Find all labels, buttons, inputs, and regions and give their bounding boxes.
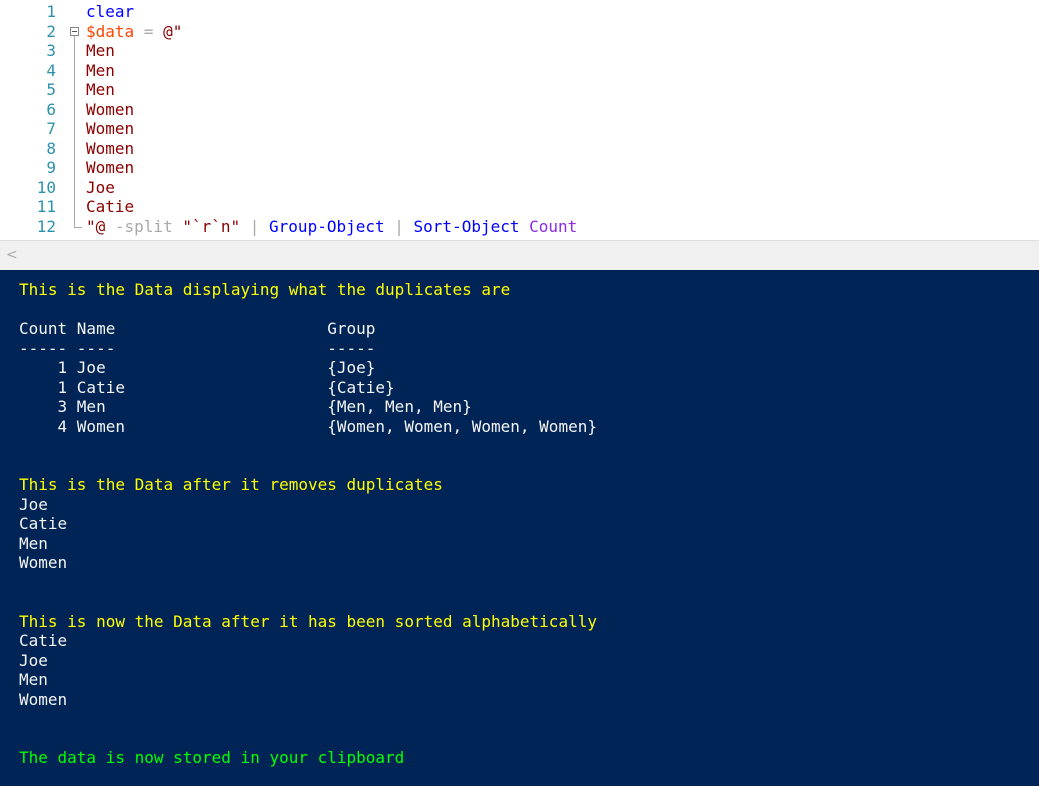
console-line: The data is now stored in your clipboard: [19, 748, 405, 767]
code-text: $data = @": [86, 22, 182, 42]
code-text: "@ -split "`r`n" | Group-Object | Sort-O…: [86, 217, 577, 237]
code-token: -split: [105, 216, 183, 236]
code-line[interactable]: 12 "@ -split "`r`n" | Group-Object | Sort…: [0, 217, 1039, 237]
code-line[interactable]: 6 Women: [0, 100, 1039, 120]
code-token: Men: [86, 80, 115, 99]
code-text: Women: [86, 119, 134, 139]
console-line: Women: [19, 553, 68, 572]
line-number: 10: [36, 177, 56, 197]
code-text: Men: [86, 80, 115, 100]
code-text: clear: [86, 2, 134, 22]
code-line[interactable]: 1 clear: [0, 2, 1039, 22]
code-token: |: [240, 216, 270, 236]
code-token: Women: [86, 99, 135, 119]
code-text: Women: [86, 158, 134, 178]
code-line[interactable]: 3 Men: [0, 41, 1039, 61]
code-token: Women: [86, 119, 135, 138]
code-line[interactable]: 5 Men: [0, 80, 1039, 100]
line-number: 6: [46, 99, 56, 119]
code-token: Count: [529, 216, 578, 236]
code-token: Women: [86, 138, 135, 158]
line-number: 3: [46, 41, 56, 60]
code-token: Joe: [86, 177, 115, 197]
code-token: clear: [86, 2, 135, 21]
console-line: Men: [19, 533, 48, 553]
console-line: This is now the Data after it has been s…: [19, 611, 597, 631]
collapse-region-icon[interactable]: [70, 26, 79, 36]
console-output-pane[interactable]: This is the Data displaying what the dup…: [0, 270, 1039, 786]
console-line: This is the Data displaying what the dup…: [19, 280, 511, 299]
code-line[interactable]: 7 Women: [0, 119, 1039, 139]
code-token: Group-Object: [269, 216, 385, 236]
console-line: Catie: [19, 514, 68, 533]
code-text: Women: [86, 100, 134, 120]
code-line[interactable]: 2 $data = @": [0, 22, 1039, 42]
console-line: 4 Women {Women, Women, Women, Women}: [19, 416, 597, 436]
line-number: 9: [46, 158, 56, 177]
console-line: Women: [19, 689, 68, 709]
code-token: Women: [86, 158, 135, 177]
code-token: "@: [86, 216, 106, 236]
code-text: Men: [86, 41, 115, 61]
console-line: 1 Joe {Joe}: [19, 358, 376, 377]
fold-guide-line: [74, 35, 75, 227]
code-text: Joe: [86, 178, 115, 198]
code-text: Women: [86, 139, 134, 159]
script-editor-pane[interactable]: 1 clear 2 $data = @" 3 Men 4 Men 5 Men 6 Women 7 Wome…: [0, 0, 1039, 240]
console-line: Joe: [19, 650, 48, 670]
line-number: 4: [46, 60, 56, 80]
editor-horizontal-scrollbar[interactable]: <: [0, 240, 1039, 271]
code-line[interactable]: 8 Women: [0, 139, 1039, 159]
code-line[interactable]: 11 Catie: [0, 197, 1039, 217]
line-number: 2: [46, 21, 56, 41]
console-line: 1 Catie {Catie}: [19, 377, 395, 397]
fold-end-marker: [74, 226, 82, 228]
console-line: This is the Data after it removes duplic…: [19, 475, 443, 494]
code-line[interactable]: 9 Women: [0, 158, 1039, 178]
scroll-left-arrow-icon[interactable]: <: [6, 247, 18, 263]
code-token: |: [384, 216, 414, 236]
code-text: Men: [86, 61, 115, 81]
code-token: Men: [86, 60, 115, 80]
code-token: =: [134, 21, 164, 41]
line-number: 5: [46, 80, 56, 99]
console-line: ----- ---- -----: [19, 338, 376, 358]
line-number: 1: [46, 2, 56, 21]
code-token: Catie: [86, 197, 135, 216]
console-line: Count Name Group: [19, 319, 376, 338]
console-line: 3 Men {Men, Men, Men}: [19, 397, 472, 416]
code-line[interactable]: 4 Men: [0, 61, 1039, 81]
line-number: 11: [36, 197, 56, 216]
console-line: Catie: [19, 631, 68, 650]
code-line[interactable]: 10 Joe: [0, 178, 1039, 198]
scrollbar-thumb[interactable]: [22, 249, 1022, 261]
line-number: 8: [46, 138, 56, 158]
line-number: 12: [36, 216, 56, 236]
code-token: "`r`n": [182, 216, 241, 236]
code-text: Catie: [86, 197, 134, 217]
line-number: 7: [46, 119, 56, 138]
code-token: Sort-Object: [413, 216, 520, 236]
code-token: Men: [86, 41, 115, 60]
code-token: @": [163, 21, 183, 41]
console-line: Joe: [19, 494, 48, 514]
console-line: Men: [19, 670, 48, 689]
code-token: $data: [86, 21, 135, 41]
